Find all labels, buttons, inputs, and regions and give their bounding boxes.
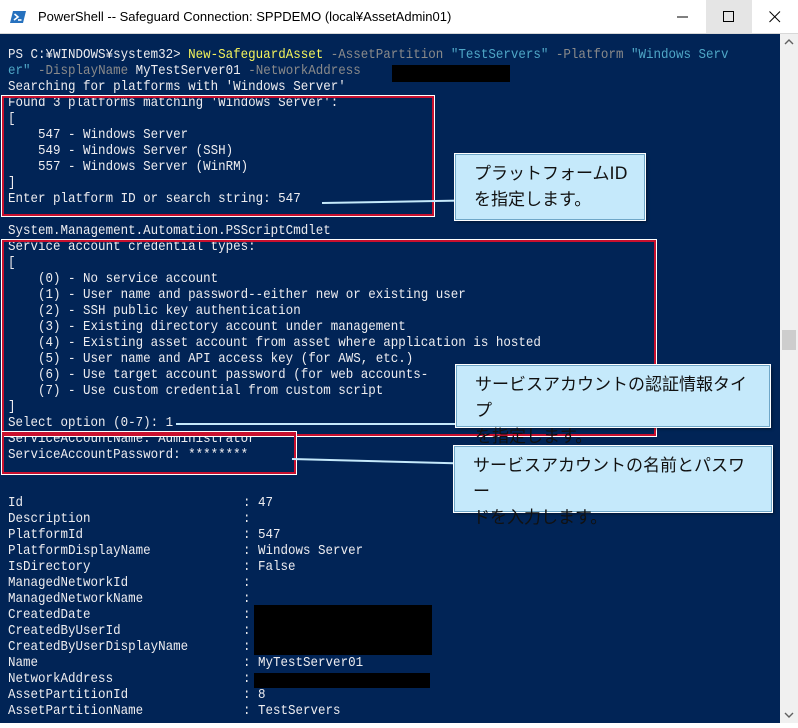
command-line-1: PS C:¥WINDOWS¥system32> New-SafeguardAss… <box>8 48 729 64</box>
property-value: : <box>243 576 251 591</box>
property-key: NetworkAddress <box>8 672 114 687</box>
maximize-button[interactable] <box>706 0 752 33</box>
callout-platform-id: プラットフォームID を指定します。 <box>455 154 645 220</box>
property-key: AssetPartitionName <box>8 704 144 719</box>
property-value: : <box>243 672 251 687</box>
callout-text: サービスアカウントの認証情報タイプ <box>475 375 747 421</box>
scroll-up-button[interactable] <box>780 34 798 51</box>
callout-text: ドを入力します。 <box>473 508 608 528</box>
property-value: : <box>243 608 251 623</box>
redacted-created-info <box>254 605 432 655</box>
value-platform-part1: "Windows Serv <box>630 48 729 63</box>
property-value: : <box>243 512 251 527</box>
property-value: : <box>243 592 251 607</box>
callout-text: を指定します。 <box>474 190 592 210</box>
property-key: PlatformId <box>8 528 84 543</box>
minimize-button[interactable] <box>660 0 706 33</box>
param-network-address: -NetworkAddress <box>240 64 361 79</box>
property-value: : Windows Server <box>243 544 364 559</box>
command-line-2: er" -DisplayName MyTestServer01 -Network… <box>8 64 361 80</box>
property-value: : 8 <box>243 688 266 703</box>
chevron-down-icon <box>784 712 794 718</box>
property-key: Id <box>8 496 24 511</box>
property-key: CreatedDate <box>8 608 91 623</box>
property-key: CreatedByUserDisplayName <box>8 640 189 655</box>
property-value: : <box>243 640 251 655</box>
property-key: PlatformDisplayName <box>8 544 151 559</box>
value-display-name: MyTestServer01 <box>135 64 241 79</box>
redacted-network-address-value <box>254 673 430 688</box>
property-value: : MyTestServer01 <box>243 656 364 671</box>
powershell-icon <box>10 11 26 23</box>
prompt: PS C:¥WINDOWS¥system32> <box>8 48 189 63</box>
cmdlet-type-line: System.Management.Automation.PSScriptCmd… <box>8 224 331 239</box>
param-asset-partition: -AssetPartition <box>323 48 451 63</box>
callout-account-name: サービスアカウントの名前とパスワー ドを入力します。 <box>454 446 772 528</box>
searching-line: Searching for platforms with 'Windows Se… <box>8 80 346 95</box>
value-platform-part2: er" <box>8 64 31 79</box>
property-key: Description <box>8 512 91 527</box>
property-value: : <box>243 624 251 639</box>
account-credentials-highlight <box>2 432 296 474</box>
cmdlet-name: New-SafeguardAsset <box>188 48 324 63</box>
property-value: : False <box>243 560 296 575</box>
param-display-name: -DisplayName <box>30 64 136 79</box>
scroll-thumb[interactable] <box>782 330 796 350</box>
maximize-icon <box>723 11 734 22</box>
property-value: : 547 <box>243 528 281 543</box>
property-value: : TestServers <box>243 704 341 719</box>
property-key: IsDirectory <box>8 560 91 575</box>
callout-connector <box>176 423 458 425</box>
property-value: : 47 <box>243 496 274 511</box>
vertical-scrollbar[interactable] <box>780 34 798 723</box>
callout-text: サービスアカウントの名前とパスワー <box>473 456 745 502</box>
property-key: Name <box>8 656 39 671</box>
value-asset-partition: "TestServers" <box>450 48 549 63</box>
chevron-up-icon <box>784 39 794 45</box>
callout-text: プラットフォームID <box>474 164 628 184</box>
minimize-icon <box>677 16 688 18</box>
window-title: PowerShell -- Safeguard Connection: SPPD… <box>38 9 452 24</box>
property-key: CreatedByUserId <box>8 624 121 639</box>
close-button[interactable] <box>752 0 798 33</box>
property-key: ManagedNetworkName <box>8 592 144 607</box>
param-platform: -Platform <box>548 48 631 63</box>
callout-credential-type: サービスアカウントの認証情報タイプ を指定します。 <box>456 365 770 447</box>
title-bar[interactable]: PowerShell -- Safeguard Connection: SPPD… <box>0 0 798 34</box>
platform-selection-highlight <box>2 96 434 216</box>
property-key: AssetPartitionId <box>8 688 129 703</box>
scroll-down-button[interactable] <box>780 706 798 723</box>
redacted-network-address <box>392 65 510 82</box>
property-key: ManagedNetworkId <box>8 576 129 591</box>
close-icon <box>769 11 781 23</box>
